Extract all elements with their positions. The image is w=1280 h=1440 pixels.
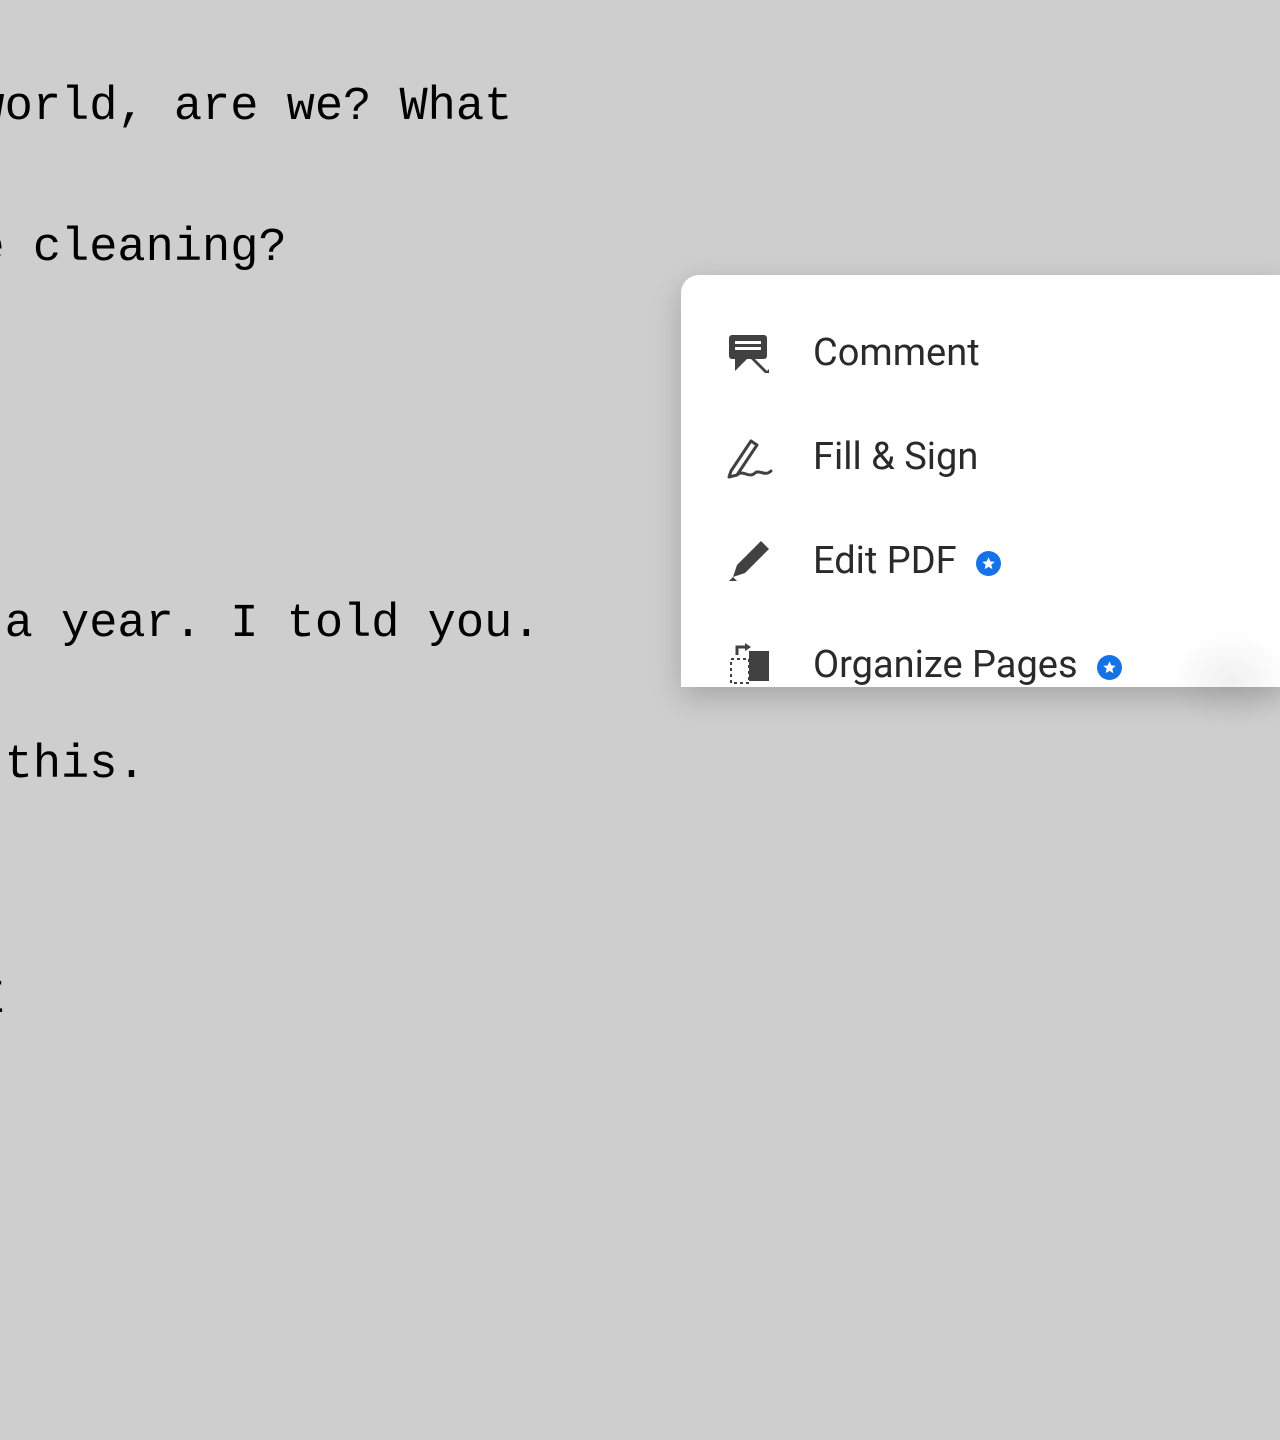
- tool-label: Fill & Sign: [813, 435, 978, 479]
- tool-label-text: Organize Pages: [813, 643, 1078, 687]
- tool-fill-sign[interactable]: Fill & Sign: [681, 405, 1280, 509]
- tool-label: Organize Pages: [813, 643, 1122, 687]
- document-text: e world, are we? What use cleaning? A re…: [0, 0, 820, 1440]
- doc-line: ut this.: [0, 742, 820, 789]
- pencil-icon: [725, 537, 773, 585]
- tool-comment[interactable]: Comment: [681, 301, 1280, 405]
- comment-icon: [725, 329, 773, 377]
- tool-edit-pdf[interactable]: Edit PDF: [681, 509, 1280, 613]
- premium-star-icon: [1097, 655, 1122, 680]
- tool-organize-pages[interactable]: Organize Pages: [681, 613, 1280, 717]
- premium-star-icon: [976, 551, 1001, 576]
- tool-label-text: Edit PDF: [813, 539, 957, 583]
- doc-line: e world, are we? What: [0, 84, 820, 131]
- sign-icon: [725, 433, 773, 481]
- doc-line: use cleaning?: [0, 225, 820, 272]
- tool-label: Comment: [813, 331, 980, 375]
- doc-line: A: [0, 1400, 820, 1440]
- tool-label: Edit PDF: [813, 539, 1001, 583]
- organize-pages-icon: [725, 641, 773, 689]
- doc-line: GIE: [0, 977, 820, 1024]
- tools-panel: Comment Fill & Sign Edit PDF: [681, 275, 1280, 687]
